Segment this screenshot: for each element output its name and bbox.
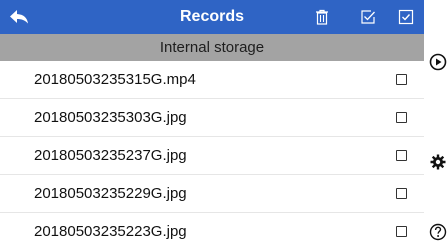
file-checkbox[interactable]: [396, 226, 407, 237]
list-item[interactable]: 20180503235223G.jpg: [0, 213, 424, 249]
delete-button[interactable]: [312, 7, 332, 27]
select-all-button[interactable]: [396, 7, 416, 27]
file-checkbox[interactable]: [396, 188, 407, 199]
storage-header: Internal storage: [0, 34, 424, 61]
help-button[interactable]: [428, 222, 448, 242]
file-list: 20180503235315G.mp4 20180503235303G.jpg …: [0, 61, 424, 249]
check-list-icon: [360, 9, 376, 25]
play-button[interactable]: [428, 52, 448, 72]
file-name: 20180503235229G.jpg: [34, 185, 187, 202]
file-checkbox[interactable]: [396, 74, 407, 85]
records-screen: Records Internal storage 20180503235315G…: [0, 0, 424, 249]
top-bar: Records: [0, 0, 424, 34]
trash-icon: [315, 9, 329, 25]
back-arrow-icon: [9, 9, 29, 25]
file-name: 20180503235303G.jpg: [34, 109, 187, 126]
checkbox-checked-icon: [398, 9, 414, 25]
list-item[interactable]: 20180503235237G.jpg: [0, 137, 424, 175]
file-name: 20180503235223G.jpg: [34, 223, 187, 240]
settings-button[interactable]: [428, 152, 448, 172]
file-name: 20180503235315G.mp4: [34, 71, 196, 88]
list-item[interactable]: 20180503235303G.jpg: [0, 99, 424, 137]
list-item[interactable]: 20180503235315G.mp4: [0, 61, 424, 99]
select-button[interactable]: [358, 7, 378, 27]
file-checkbox[interactable]: [396, 112, 407, 123]
help-circle-icon: [429, 223, 447, 241]
file-name: 20180503235237G.jpg: [34, 147, 187, 164]
gear-icon: [429, 153, 447, 171]
list-item[interactable]: 20180503235229G.jpg: [0, 175, 424, 213]
play-circle-icon: [429, 53, 447, 71]
file-checkbox[interactable]: [396, 150, 407, 161]
storage-label: Internal storage: [159, 39, 265, 56]
back-button[interactable]: [4, 4, 34, 30]
